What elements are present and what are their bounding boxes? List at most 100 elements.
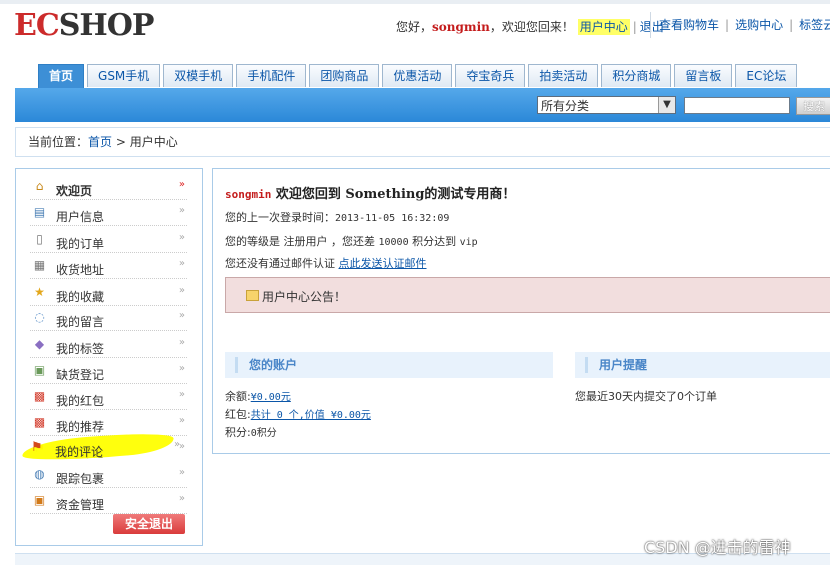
sidebar-item-label: 我的留言 [56,315,105,329]
sidebar-item-label: 我的推荐 [56,420,105,434]
welcome-back-text: ，欢迎您回来！ [489,20,574,34]
sidebar-item-welcome[interactable]: ⌂ 欢迎页 » [30,173,187,200]
chevron-right-icon: » [178,232,185,243]
tab-promotions[interactable]: 优惠活动 [382,64,453,87]
last-login-line: 您的上一次登录时间：2013-11-05 16:32:09 [225,209,449,225]
breadcrumb-separator: > [112,135,130,149]
category-select-value: 所有分类 [541,99,590,113]
tab-message-board[interactable]: 留言板 [674,64,733,87]
address-book-icon: ▦ [33,258,46,272]
breadcrumb-prefix: 当前位置： [28,135,89,149]
sidebar-item-track-package[interactable]: ◍ 跟踪包裹 » [30,461,187,488]
separator: | [632,20,637,34]
chevron-right-icon: » [178,415,185,426]
magnifier-icon: ◍ [34,467,45,481]
sidebar-item-stockout[interactable]: ▣ 缺货登记 » [30,357,187,384]
tab-auction[interactable]: 拍卖活动 [528,64,599,87]
level-text: 您的等级是 注册用户 ，您还差 [225,235,379,248]
tab-points-mall[interactable]: 积分商城 [601,64,672,87]
sidebar-item-orders[interactable]: ▯ 我的订单 » [30,226,187,253]
chevron-right-icon: » [178,389,185,400]
tab-snatch[interactable]: 夺宝奇兵 [455,64,526,87]
breadcrumb: 当前位置：首页 > 用户中心 [15,127,830,157]
tab-group-buy[interactable]: 团购商品 [309,64,380,87]
clipboard-icon: ▣ [33,363,46,377]
bonus-line: 红包:共计 0 个,价值 ¥0.00元 [225,406,371,422]
username: songmin [432,20,490,34]
notice-text: 用户中心公告！ [262,290,347,304]
welcome-heading: songmin 欢迎您回到 Something的测试专用商！ [225,183,515,202]
top-border [0,0,830,4]
tab-forum[interactable]: EC论坛 [735,64,798,87]
bonus-label: 红包: [225,408,251,421]
sidebar-item-user-info[interactable]: ▤ 用户信息 » [30,199,187,226]
logo-shop: SHOP [58,8,155,43]
send-verification-link[interactable]: 点此发送认证邮件 [339,257,427,270]
reminder-text: 您最近30天内提交了0个订单 [575,390,717,403]
bonus-link[interactable]: 共计 0 个,价值 ¥0.00元 [251,410,371,421]
balance-link[interactable]: ¥0.00元 [251,392,291,403]
sidebar-item-comments-overlay[interactable]: ⚑ 我的评论 » [29,434,199,460]
sidebar-item-messages[interactable]: ◌ 我的留言 » [30,304,187,331]
last-login-label: 您的上一次登录时间： [225,211,335,224]
sidebar-item-tags[interactable]: ◆ 我的标签 » [30,331,187,358]
sidebar-item-label: 我的红包 [56,394,105,408]
watermark: CSDN @进击的雷神 [644,538,791,557]
tab-gsm[interactable]: GSM手机 [87,64,161,87]
breadcrumb-home-link[interactable]: 首页 [88,135,112,149]
sidebar-item-label: 缺货登记 [56,368,105,382]
sidebar-item-label: 资金管理 [56,498,105,512]
safe-logout-button[interactable]: 安全退出 [113,514,185,534]
breadcrumb-current: 用户中心 [129,135,178,149]
points-label: 积分: [225,426,251,439]
envelope-icon [246,290,259,301]
main-panel: songmin 欢迎您回到 Something的测试专用商！ 您的上一次登录时间… [212,168,830,454]
sidebar-item-recommend[interactable]: ▩ 我的推荐 » [30,409,187,436]
star-icon: ★ [34,285,45,299]
balance-label: 余额: [225,390,251,403]
user-center-link[interactable]: 用户中心 [577,19,630,35]
account-panel-header: 您的账户 [225,352,553,378]
reminder-panel-header: 用户提醒 [575,352,830,378]
search-input[interactable] [684,97,790,114]
tag-icon: ◆ [34,337,45,351]
points-line: 积分:0积分 [225,424,277,440]
level-text-2: 积分达到 [408,235,460,248]
chevron-down-icon[interactable]: ▼ [658,97,675,113]
chevron-right-icon: » [178,363,185,374]
sidebar-item-label: 我的标签 [56,342,105,356]
wallet-icon: ▣ [33,493,46,507]
chevron-right-icon: » [178,310,185,321]
tab-accessories[interactable]: 手机配件 [236,64,307,87]
logo[interactable]: ECSHOP [14,8,155,43]
search-button[interactable]: 搜索 [796,97,830,115]
last-login-value: 2013-11-05 16:32:09 [335,213,450,224]
sidebar-item-label: 跟踪包裹 [56,472,105,486]
sidebar-item-favorites[interactable]: ★ 我的收藏 » [30,279,187,306]
header-links: 查看购物车 | 选购中心 | 标签云 [650,12,830,38]
chevron-right-icon: » [174,439,181,450]
level-line: 您的等级是 注册用户 ，您还差 10000 积分达到 vip [225,233,478,249]
chevron-right-icon: » [178,205,185,216]
tab-home[interactable]: 首页 [38,64,85,89]
balance-line: 余额:¥0.00元 [225,388,291,404]
tag-cloud-link[interactable]: 标签云 [799,18,830,32]
chevron-right-icon: » [178,337,185,348]
sidebar-item-bonus[interactable]: ▩ 我的红包 » [30,383,187,410]
id-card-icon: ▤ [33,205,46,219]
user-sidebar: ⌂ 欢迎页 » ▤ 用户信息 » ▯ 我的订单 » ▦ 收货地址 » ★ 我的收藏 » ◌ 我的留言 »… [15,168,203,546]
flag-icon: ⚑ [31,440,43,455]
chevron-right-icon: » [178,258,185,269]
shopping-center-link[interactable]: 选购中心 [735,18,783,32]
chevron-right-icon: » [178,467,185,478]
main-nav: 首页 GSM手机 双模手机 手机配件 团购商品 优惠活动 夺宝奇兵 拍卖活动 积分商城 留言板 EC… [38,64,800,89]
view-cart-link[interactable]: 查看购物车 [659,18,719,32]
greeting-text: 您好， [396,20,433,34]
sidebar-item-addresses[interactable]: ▦ 收货地址 » [30,252,187,279]
sidebar-item-funds[interactable]: ▣ 资金管理 » [30,487,187,514]
email-verify-line: 您还没有通过邮件认证 点此发送认证邮件 [225,255,427,271]
chevron-right-icon: » [178,285,185,296]
tab-dual-mode[interactable]: 双模手机 [163,64,234,87]
category-select[interactable]: 所有分类 ▼ [537,96,676,114]
sidebar-item-label: 欢迎页 [56,184,93,198]
